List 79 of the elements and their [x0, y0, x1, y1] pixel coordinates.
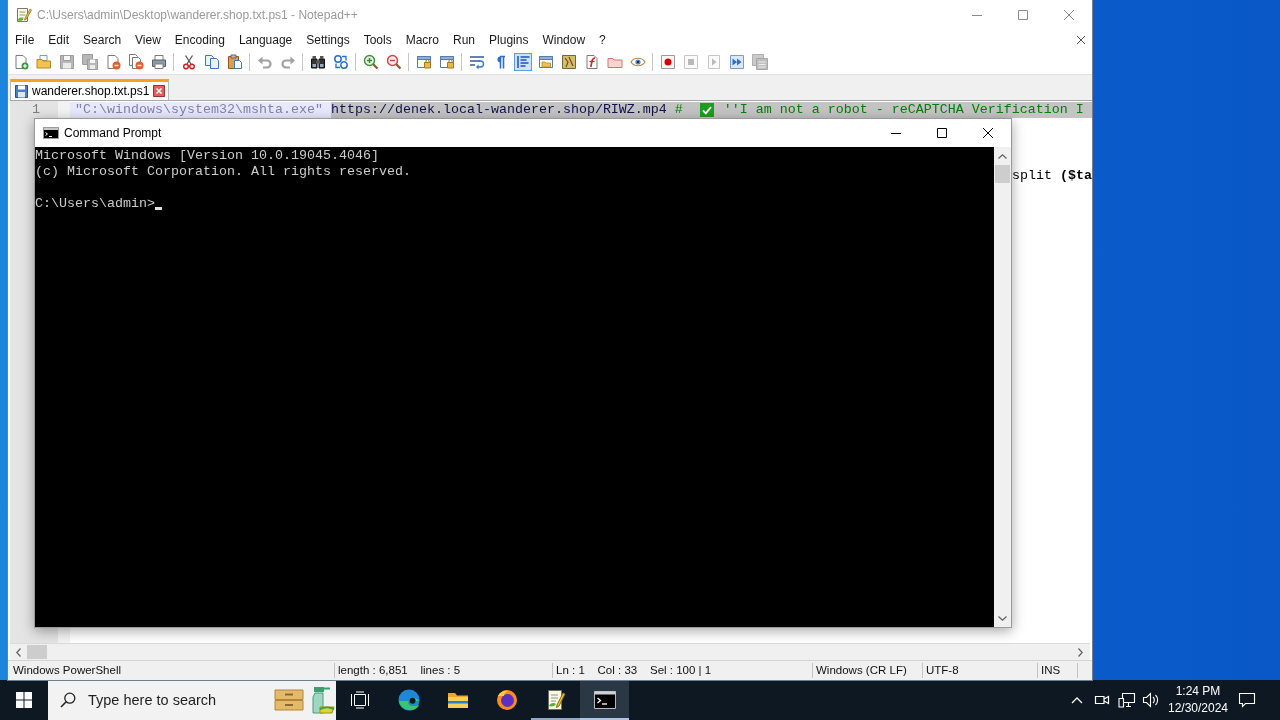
- console-icon: [592, 688, 617, 712]
- text-cursor: [155, 207, 162, 210]
- code-comment: #: [674, 102, 683, 118]
- menu-item[interactable]: Encoding: [167, 33, 232, 47]
- menu-item[interactable]: Tools: [356, 33, 399, 47]
- zoom-in-icon[interactable]: [361, 53, 380, 71]
- chevron-up-icon[interactable]: [1071, 696, 1083, 704]
- line-number: 1: [31, 102, 40, 118]
- menu-item[interactable]: Edit: [41, 33, 77, 47]
- console-icon: [43, 127, 59, 139]
- taskbar-button[interactable]: [580, 680, 629, 720]
- task-view-icon[interactable]: [350, 691, 370, 709]
- browser-globe-icon: [494, 688, 519, 712]
- replace-icon[interactable]: [331, 53, 350, 71]
- zoom-out-icon[interactable]: [384, 53, 403, 71]
- indent-guide-icon[interactable]: [513, 53, 532, 71]
- binoculars-icon[interactable]: [308, 53, 327, 71]
- menu-item[interactable]: Macro: [398, 33, 446, 47]
- code-url: https://denek.local-wanderer.shop/RIWZ.mp4: [330, 102, 667, 118]
- scrollbar-thumb[interactable]: [995, 165, 1010, 183]
- search-field[interactable]: Type here to search: [88, 689, 273, 711]
- scroll-up-icon[interactable]: [998, 154, 1007, 159]
- status-text: UTF-8: [923, 663, 1038, 678]
- close-icon[interactable]: [1077, 36, 1085, 44]
- code-string: "C:\windows\system32\mshta.exe": [75, 102, 323, 118]
- maximize-icon[interactable]: [937, 128, 947, 138]
- record-icon[interactable]: [658, 53, 677, 71]
- status-text: length : 6,851 lines : 5: [335, 663, 553, 678]
- window-title: C:\Users\admin\Desktop\wanderer.shop.txt.ps1 - Notepad++: [37, 8, 358, 22]
- clock-date[interactable]: 12/30/2024: [1167, 700, 1229, 717]
- clock-time[interactable]: 1:24 PM: [1175, 683, 1221, 700]
- copy-icon[interactable]: [202, 53, 221, 71]
- console-line: Microsoft Windows [Version 10.0.19045.4046]: [35, 148, 380, 164]
- menu-item[interactable]: Settings: [299, 33, 357, 47]
- fast-forward-icon[interactable]: [727, 53, 746, 71]
- document-map-icon[interactable]: [559, 53, 578, 71]
- notepad-icon: [16, 7, 32, 23]
- menu-item[interactable]: Language: [231, 33, 300, 47]
- status-text: INS: [1038, 663, 1078, 678]
- start-menu-icon[interactable]: [16, 692, 32, 708]
- video-camera-icon[interactable]: [1094, 693, 1110, 707]
- menu-item[interactable]: View: [128, 33, 168, 47]
- status-text: Windows PowerShell: [10, 663, 335, 678]
- notification-icon[interactable]: [1238, 692, 1256, 708]
- close-icon[interactable]: [153, 85, 166, 97]
- console-line: (c) Microsoft Corporation. All rights reserved.: [35, 164, 412, 180]
- scroll-down-icon[interactable]: [998, 616, 1007, 621]
- network-icon[interactable]: [1118, 692, 1136, 708]
- menu-item[interactable]: Run: [446, 33, 483, 47]
- code-text: split ($ta: [1012, 168, 1092, 184]
- menu-item[interactable]: Search: [76, 33, 129, 47]
- close-files-icon[interactable]: [126, 53, 145, 71]
- scroll-right-icon[interactable]: [1078, 647, 1083, 657]
- search-bar[interactable]: Type here to search: [48, 680, 336, 720]
- browser-swirl-icon: [396, 688, 421, 712]
- console-prompt: C:\Users\admin>: [35, 196, 155, 212]
- close-icon[interactable]: [983, 128, 993, 138]
- menu-item[interactable]: Plugins: [482, 33, 536, 47]
- menu-item[interactable]: ?: [592, 33, 613, 47]
- window-title: Command Prompt: [64, 126, 162, 140]
- code-comment: ''I am not a robot - reCAPTCHA Verification I: [723, 102, 1084, 118]
- file-tab[interactable]: wanderer.shop.txt.ps1: [10, 79, 170, 100]
- window-folder-icon[interactable]: [536, 53, 555, 71]
- search-icon: [60, 692, 76, 708]
- clipboard-icon[interactable]: [225, 53, 244, 71]
- open-folder-icon[interactable]: [34, 53, 53, 71]
- scroll-left-icon[interactable]: [16, 647, 21, 657]
- menu-item[interactable]: File: [8, 33, 42, 47]
- status-text: Windows (CR LF): [813, 663, 923, 678]
- speaker-icon[interactable]: [1142, 692, 1160, 708]
- window-lock-icon[interactable]: [437, 53, 456, 71]
- drawers-icon: [273, 687, 305, 713]
- window-lock-icon[interactable]: [414, 53, 433, 71]
- menu-item[interactable]: Window: [535, 33, 593, 47]
- printer-icon[interactable]: [149, 53, 168, 71]
- minimize-icon[interactable]: [891, 132, 901, 134]
- status-text: Ln : 1 Col : 33 Sel : 100 | 1: [553, 663, 813, 678]
- word-wrap-icon[interactable]: [467, 53, 486, 71]
- scrollbar-thumb[interactable]: [27, 645, 47, 659]
